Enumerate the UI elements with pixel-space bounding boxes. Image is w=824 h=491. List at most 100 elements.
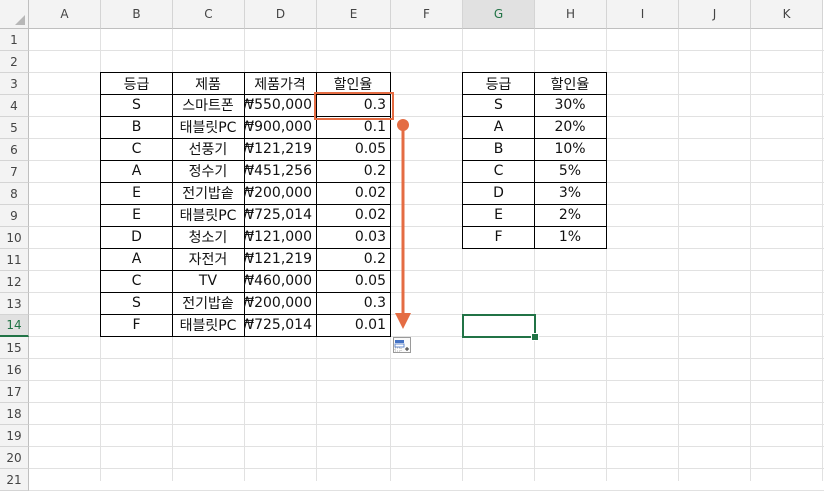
table1-cell[interactable]: C bbox=[100, 138, 173, 161]
row-header-13[interactable]: 13 bbox=[0, 293, 29, 315]
table2-cell[interactable]: S bbox=[462, 94, 535, 117]
table1-cell[interactable]: 자전거 bbox=[172, 248, 245, 271]
row-header-11[interactable]: 11 bbox=[0, 249, 29, 271]
table1-cell[interactable]: ₩121,219 bbox=[244, 248, 317, 271]
table2-cell[interactable]: 5% bbox=[534, 160, 607, 183]
row-header-9[interactable]: 9 bbox=[0, 205, 29, 227]
table1-cell[interactable]: 0.01 bbox=[316, 314, 391, 337]
row-header-7[interactable]: 7 bbox=[0, 161, 29, 183]
row-header-12[interactable]: 12 bbox=[0, 271, 29, 293]
table1-cell[interactable]: 0.2 bbox=[316, 248, 391, 271]
table2-cell[interactable]: E bbox=[462, 204, 535, 227]
row-header-6[interactable]: 6 bbox=[0, 139, 29, 161]
table1-cell[interactable]: S bbox=[100, 94, 173, 117]
table1-cell[interactable]: 0.2 bbox=[316, 160, 391, 183]
table2-cell[interactable]: C bbox=[462, 160, 535, 183]
table1-cell[interactable]: B bbox=[100, 116, 173, 139]
table2-cell[interactable]: B bbox=[462, 138, 535, 161]
table1-cell[interactable]: A bbox=[100, 248, 173, 271]
table1-cell[interactable]: ₩460,000 bbox=[244, 270, 317, 293]
table1-header-cell[interactable]: 등급 bbox=[100, 72, 173, 95]
fill-handle[interactable] bbox=[531, 333, 539, 341]
column-header-f[interactable]: F bbox=[391, 0, 463, 29]
row-header-8[interactable]: 8 bbox=[0, 183, 29, 205]
table1-cell[interactable]: ₩121,219 bbox=[244, 138, 317, 161]
table2-cell[interactable]: 2% bbox=[534, 204, 607, 227]
table1-cell[interactable]: 스마트폰 bbox=[172, 94, 245, 117]
gridline-horizontal bbox=[29, 446, 824, 447]
row-header-1[interactable]: 1 bbox=[0, 29, 29, 51]
table2-cell[interactable]: 3% bbox=[534, 182, 607, 205]
column-header-g[interactable]: G bbox=[463, 0, 535, 29]
table1-cell[interactable]: ₩900,000 bbox=[244, 116, 317, 139]
table2-cell[interactable]: 20% bbox=[534, 116, 607, 139]
table1-cell[interactable]: ₩451,256 bbox=[244, 160, 317, 183]
row-header-15[interactable]: 15 bbox=[0, 337, 29, 359]
table1-cell[interactable]: 정수기 bbox=[172, 160, 245, 183]
column-header-c[interactable]: C bbox=[173, 0, 245, 29]
row-header-5[interactable]: 5 bbox=[0, 117, 29, 139]
row-header-17[interactable]: 17 bbox=[0, 381, 29, 403]
row-header-21[interactable]: 21 bbox=[0, 469, 29, 491]
table1-cell[interactable]: 청소기 bbox=[172, 226, 245, 249]
column-header-k[interactable]: K bbox=[751, 0, 823, 29]
table2-cell[interactable]: 1% bbox=[534, 226, 607, 249]
auto-fill-options-icon[interactable] bbox=[393, 337, 411, 353]
table1-cell[interactable]: C bbox=[100, 270, 173, 293]
selected-cell-g14[interactable] bbox=[462, 314, 536, 338]
column-header-e[interactable]: E bbox=[317, 0, 391, 29]
row-header-3[interactable]: 3 bbox=[0, 73, 29, 95]
row-header-16[interactable]: 16 bbox=[0, 359, 29, 381]
table2-cell[interactable]: 10% bbox=[534, 138, 607, 161]
table1-cell[interactable]: ₩200,000 bbox=[244, 292, 317, 315]
table1-cell[interactable]: ₩200,000 bbox=[244, 182, 317, 205]
table1-cell[interactable]: ₩550,000 bbox=[244, 94, 317, 117]
table1-header-cell[interactable]: 제품가격 bbox=[244, 72, 317, 95]
table2-header-cell[interactable]: 등급 bbox=[462, 72, 535, 95]
table1-cell[interactable]: S bbox=[100, 292, 173, 315]
table2-cell[interactable]: 30% bbox=[534, 94, 607, 117]
arrow-head bbox=[395, 313, 411, 329]
row-header-2[interactable]: 2 bbox=[0, 51, 29, 73]
column-header-d[interactable]: D bbox=[245, 0, 317, 29]
table1-cell[interactable]: 0.02 bbox=[316, 182, 391, 205]
table1-cell[interactable]: E bbox=[100, 182, 173, 205]
table1-cell[interactable]: ₩725,014 bbox=[244, 314, 317, 337]
row-header-19[interactable]: 19 bbox=[0, 425, 29, 447]
table1-cell[interactable]: 태블릿PC bbox=[172, 314, 245, 337]
table1-cell[interactable]: 전기밥솥 bbox=[172, 182, 245, 205]
table1-cell[interactable]: ₩121,000 bbox=[244, 226, 317, 249]
table1-cell[interactable]: 전기밥솥 bbox=[172, 292, 245, 315]
select-all-corner[interactable] bbox=[0, 0, 29, 29]
row-header-18[interactable]: 18 bbox=[0, 403, 29, 425]
column-header-j[interactable]: J bbox=[679, 0, 751, 29]
select-all-triangle-icon bbox=[15, 15, 25, 25]
table1-cell[interactable]: F bbox=[100, 314, 173, 337]
table1-cell[interactable]: 선풍기 bbox=[172, 138, 245, 161]
table1-cell[interactable]: ₩725,014 bbox=[244, 204, 317, 227]
table1-cell[interactable]: 0.02 bbox=[316, 204, 391, 227]
table1-cell[interactable]: 0.05 bbox=[316, 138, 391, 161]
column-header-a[interactable]: A bbox=[29, 0, 101, 29]
row-header-10[interactable]: 10 bbox=[0, 227, 29, 249]
table2-cell[interactable]: D bbox=[462, 182, 535, 205]
table1-cell[interactable]: D bbox=[100, 226, 173, 249]
table1-cell[interactable]: 태블릿PC bbox=[172, 116, 245, 139]
table1-cell[interactable]: 태블릿PC bbox=[172, 204, 245, 227]
column-header-i[interactable]: I bbox=[607, 0, 679, 29]
table1-cell[interactable]: 0.03 bbox=[316, 226, 391, 249]
row-header-20[interactable]: 20 bbox=[0, 447, 29, 469]
table1-cell[interactable]: E bbox=[100, 204, 173, 227]
table1-cell[interactable]: TV bbox=[172, 270, 245, 293]
table1-header-cell[interactable]: 제품 bbox=[172, 72, 245, 95]
row-header-4[interactable]: 4 bbox=[0, 95, 29, 117]
table1-cell[interactable]: 0.3 bbox=[316, 292, 391, 315]
row-header-14[interactable]: 14 bbox=[0, 315, 29, 337]
table2-cell[interactable]: A bbox=[462, 116, 535, 139]
table1-cell[interactable]: 0.05 bbox=[316, 270, 391, 293]
column-header-b[interactable]: B bbox=[101, 0, 173, 29]
column-header-h[interactable]: H bbox=[535, 0, 607, 29]
table2-cell[interactable]: F bbox=[462, 226, 535, 249]
table2-header-cell[interactable]: 할인율 bbox=[534, 72, 607, 95]
table1-cell[interactable]: A bbox=[100, 160, 173, 183]
